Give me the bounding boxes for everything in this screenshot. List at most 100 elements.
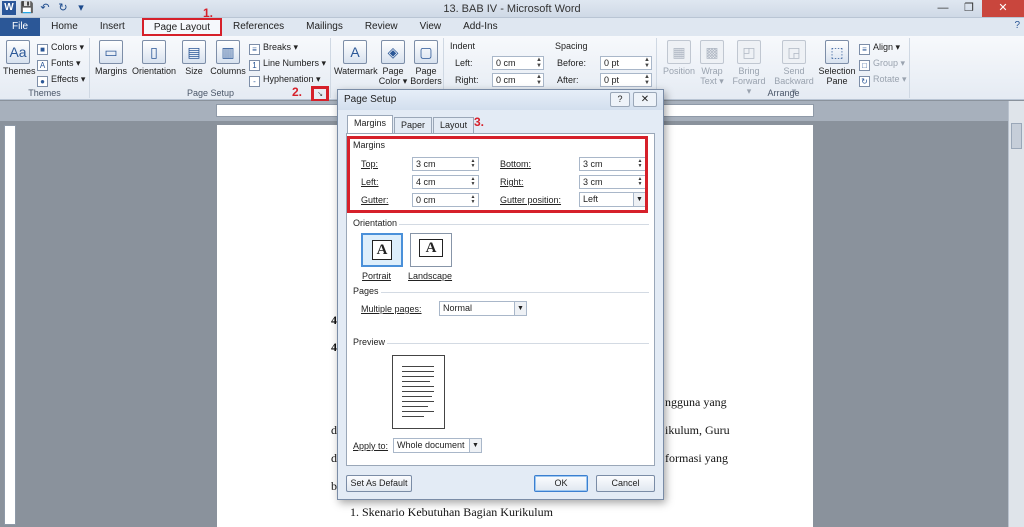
bring-forward-icon: ◰: [737, 40, 761, 64]
indent-label: Indent: [450, 41, 476, 51]
window-title: 13. BAB IV - Microsoft Word: [443, 3, 581, 15]
multiple-pages-select[interactable]: Normal ▼: [439, 301, 527, 316]
page-setup-dialog: Page Setup ? ✕ Margins Paper Layout 3. M…: [337, 89, 664, 500]
landscape-label: Landscape: [408, 271, 453, 281]
breaks-button[interactable]: ≡ Breaks ▾: [249, 41, 298, 55]
dialog-help-icon[interactable]: ?: [610, 92, 630, 107]
page-color-icon: ◈: [381, 40, 405, 64]
tab-home[interactable]: Home: [40, 18, 89, 36]
spin-arrows-icon[interactable]: ▲ ▼: [536, 74, 542, 86]
ribbon-tabs: File Home Insert Page Layout References …: [0, 18, 1024, 36]
multiple-pages-label: Multiple pages:: [361, 304, 422, 314]
margins-button[interactable]: ▭ Margins: [94, 40, 128, 76]
tab-file[interactable]: File: [0, 18, 41, 36]
page-borders-button[interactable]: ▢ Page Borders: [410, 40, 442, 86]
doc-line-4b: ikulum, Guru: [665, 423, 730, 437]
margins-highlight: [347, 136, 648, 213]
orientation-button[interactable]: ▯ Orientation: [131, 40, 177, 76]
indent-left-input[interactable]: 0 cm ▲ ▼: [492, 56, 544, 70]
fonts-icon: A: [37, 60, 48, 71]
cancel-button[interactable]: Cancel: [596, 475, 655, 492]
dialog-title-bar[interactable]: Page Setup ? ✕: [338, 90, 663, 110]
dropdown-arrow-icon[interactable]: ▼: [469, 439, 481, 452]
tab-margins[interactable]: Margins: [347, 115, 394, 133]
landscape-icon: A: [419, 239, 443, 257]
spacing-after-input[interactable]: 0 pt ▲ ▼: [600, 73, 652, 87]
page-preview: [392, 355, 445, 429]
arrange-group: ▦ Position ▩ Wrap Text ▾ ◰ Bring Forward ▾ …: [658, 38, 910, 98]
tab-view[interactable]: View: [409, 18, 453, 36]
dropdown-arrow-icon[interactable]: ▼: [514, 302, 526, 315]
spacing-after-label: After:: [557, 75, 579, 85]
indent-right-label: Right:: [455, 75, 479, 85]
spin-arrows-icon[interactable]: ▲ ▼: [644, 57, 650, 69]
scrollbar-thumb[interactable]: [1011, 123, 1022, 149]
spin-arrows-icon[interactable]: ▲ ▼: [536, 57, 542, 69]
portrait-label: Portrait: [362, 271, 392, 281]
line-numbers-button[interactable]: 1 Line Numbers ▾: [249, 57, 326, 71]
minimize-button[interactable]: —: [930, 0, 956, 17]
tab-page-layout[interactable]: Page Layout: [141, 18, 222, 36]
columns-button[interactable]: ▥ Columns: [209, 40, 247, 76]
title-bar: W 💾 ↶ ↻ ▾ 13. BAB IV - Microsoft Word — …: [0, 0, 1024, 18]
indent-right-input[interactable]: 0 cm ▲ ▼: [492, 73, 544, 87]
page-borders-icon: ▢: [414, 40, 438, 64]
spin-arrows-icon[interactable]: ▲ ▼: [644, 74, 650, 86]
watermark-button[interactable]: A Watermark: [334, 40, 378, 76]
spacing-before-input[interactable]: 0 pt ▲ ▼: [600, 56, 652, 70]
tab-layout[interactable]: Layout: [433, 117, 475, 133]
themes-group: Aa Themes ■ Colors ▾ A Fonts ▾ ● Effects ▾ …: [0, 38, 90, 98]
align-button[interactable]: ≡ Align ▾: [859, 41, 900, 55]
group-button[interactable]: □ Group ▾: [859, 57, 905, 71]
themes-button[interactable]: Aa Themes: [3, 40, 36, 76]
tab-add-ins[interactable]: Add-Ins: [452, 18, 508, 36]
tab-mailings[interactable]: Mailings: [295, 18, 354, 36]
pages-section-title: Pages: [353, 286, 379, 296]
step-marker-1: 1.: [203, 6, 214, 20]
dialog-title: Page Setup: [344, 94, 397, 105]
hyphenation-button[interactable]: - Hyphenation ▾: [249, 73, 321, 87]
vertical-scrollbar[interactable]: [1008, 101, 1024, 527]
line-numbers-icon: 1: [249, 60, 260, 71]
hyphenation-icon: -: [249, 76, 260, 87]
align-icon: ≡: [859, 44, 870, 55]
wrap-text-button[interactable]: ▩ Wrap Text ▾: [698, 40, 726, 86]
tab-insert[interactable]: Insert: [89, 18, 136, 36]
help-icon[interactable]: ?: [1014, 20, 1020, 31]
restore-button[interactable]: ❐: [956, 0, 982, 17]
indent-left-label: Left:: [455, 58, 473, 68]
preview-section-title: Preview: [353, 337, 386, 347]
themes-group-label: Themes: [28, 88, 61, 98]
apply-to-select[interactable]: Whole document ▼: [393, 438, 482, 453]
landscape-option[interactable]: A: [410, 233, 452, 267]
set-as-default-button[interactable]: Set As Default: [346, 475, 412, 492]
tab-references[interactable]: References: [222, 18, 295, 36]
size-icon: ▤: [182, 40, 206, 64]
dialog-close-icon[interactable]: ✕: [633, 92, 657, 107]
orientation-icon: ▯: [142, 40, 166, 64]
breaks-icon: ≡: [249, 44, 260, 55]
selection-pane-button[interactable]: ⬚ Selection Pane: [818, 40, 856, 86]
margins-icon: ▭: [99, 40, 123, 64]
effects-icon: ●: [37, 76, 48, 87]
position-button[interactable]: ▦ Position: [662, 40, 696, 76]
effects-button[interactable]: ● Effects ▾: [37, 73, 85, 87]
send-backward-icon: ◲: [782, 40, 806, 64]
close-button[interactable]: ✕: [982, 0, 1024, 17]
window-controls: — ❐ ✕: [930, 0, 1024, 17]
watermark-icon: A: [343, 40, 367, 64]
page-color-button[interactable]: ◈ Page Color ▾: [378, 40, 408, 86]
portrait-option[interactable]: A: [361, 233, 403, 267]
rotate-button[interactable]: ↻ Rotate ▾: [859, 73, 907, 87]
fonts-button[interactable]: A Fonts ▾: [37, 57, 81, 71]
page-setup-launcher-icon[interactable]: ↘: [315, 90, 325, 100]
vertical-ruler[interactable]: [4, 125, 16, 525]
group-icon: □: [859, 60, 870, 71]
colors-button[interactable]: ■ Colors ▾: [37, 41, 84, 55]
size-button[interactable]: ▤ Size: [181, 40, 207, 76]
spacing-before-label: Before:: [557, 58, 587, 68]
tab-paper[interactable]: Paper: [394, 117, 433, 133]
ok-button[interactable]: OK: [534, 475, 588, 492]
tab-review[interactable]: Review: [354, 18, 409, 36]
doc-line-7: 1. Skenario Kebutuhan Bagian Kurikulum: [350, 505, 553, 519]
